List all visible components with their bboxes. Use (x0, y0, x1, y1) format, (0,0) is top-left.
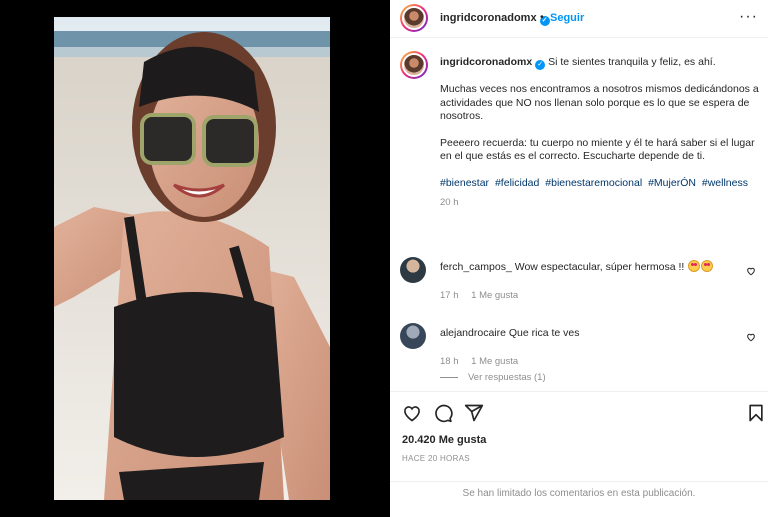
comment-text: Wow espectacular, súper hermosa !! (514, 261, 685, 273)
post-header: ingridcoronadomx ✓ • Seguir ··· (390, 0, 768, 38)
comment-username[interactable]: alejandrocaire (440, 327, 506, 339)
view-replies-button[interactable]: Ver respuestas (1) (440, 372, 546, 383)
comment-body: alejandrocaire Que rica te ves (440, 326, 740, 340)
hashtag-link[interactable]: #wellness (702, 177, 748, 189)
comment-likes[interactable]: 1 Me gusta (471, 356, 518, 367)
author-avatar[interactable] (400, 4, 428, 32)
comments-scroll-area[interactable]: ingridcoronadomx ✓ Si te sientes tranquil… (390, 39, 768, 391)
post-photo[interactable] (54, 17, 330, 500)
heart-icon[interactable] (402, 403, 422, 423)
heart-eyes-emoji-icon (701, 260, 714, 272)
replies-divider (440, 376, 458, 378)
caption-paragraph-3: Peeeero recuerda: tu cuerpo no miente y … (440, 136, 755, 163)
caption-username[interactable]: ingridcoronadomx (440, 56, 532, 68)
verified-badge-icon: ✓ (535, 60, 546, 70)
hashtag-link[interactable]: #MujerÓN (648, 177, 696, 189)
hashtag-link[interactable]: #bienestar (440, 177, 489, 189)
comment-time[interactable]: 17 h (440, 290, 459, 301)
caption-hashtags: #bienestar #felicidad #bienestaremociona… (440, 177, 760, 191)
commenter-avatar[interactable] (400, 257, 426, 283)
post-media-panel (0, 0, 390, 517)
post-caption: ingridcoronadomx ✓ Si te sientes tranquil… (440, 56, 760, 210)
hashtag-link[interactable]: #felicidad (495, 177, 539, 189)
comment-likes[interactable]: 1 Me gusta (471, 290, 518, 301)
comment-time[interactable]: 18 h (440, 356, 459, 367)
comment-text: Que rica te ves (508, 327, 580, 339)
comment-icon[interactable] (433, 403, 453, 423)
view-replies-label[interactable]: Ver respuestas (1) (468, 372, 546, 383)
caption-paragraph-2: Muchas veces nos encontramos a nosotros … (440, 83, 759, 122)
comment-like-heart-icon[interactable] (746, 266, 756, 276)
comment-body: ferch_campos_ Wow espectacular, súper he… (440, 260, 740, 274)
likes-count[interactable]: 20.420 Me gusta (402, 434, 486, 446)
heart-eyes-emoji-icon (688, 260, 701, 272)
post-timestamp[interactable]: HACE 20 HORAS (402, 454, 470, 463)
hashtag-link[interactable]: #bienestaremocional (545, 177, 642, 189)
caption-time[interactable]: 20 h (440, 196, 760, 210)
commenter-avatar[interactable] (400, 323, 426, 349)
author-username-text[interactable]: ingridcoronadomx (440, 12, 537, 24)
caption-first-line: Si te sientes tranquila y feliz, es ahí. (548, 56, 716, 68)
follow-button[interactable]: Seguir (550, 12, 584, 24)
comments-limited-notice: Se han limitado los comentarios en esta … (390, 481, 768, 517)
comment-meta: 18 h 1 Me gusta (440, 356, 528, 367)
comment-username[interactable]: ferch_campos_ (440, 261, 512, 273)
author-username[interactable]: ingridcoronadomx ✓ (440, 12, 550, 26)
bookmark-icon[interactable] (746, 403, 766, 423)
caption-avatar[interactable] (400, 51, 428, 79)
more-horizontal-icon[interactable]: ··· (739, 8, 758, 26)
header-separator: • (540, 11, 544, 23)
selfie-beach-image (54, 17, 330, 500)
comment-like-heart-icon[interactable] (746, 332, 756, 342)
comment-meta: 17 h 1 Me gusta (440, 290, 528, 301)
post-details-panel: ingridcoronadomx ✓ • Seguir ··· ingridcor… (390, 0, 768, 517)
post-actions: 20.420 Me gusta HACE 20 HORAS Se han lim… (390, 391, 768, 517)
share-icon[interactable] (464, 403, 484, 423)
